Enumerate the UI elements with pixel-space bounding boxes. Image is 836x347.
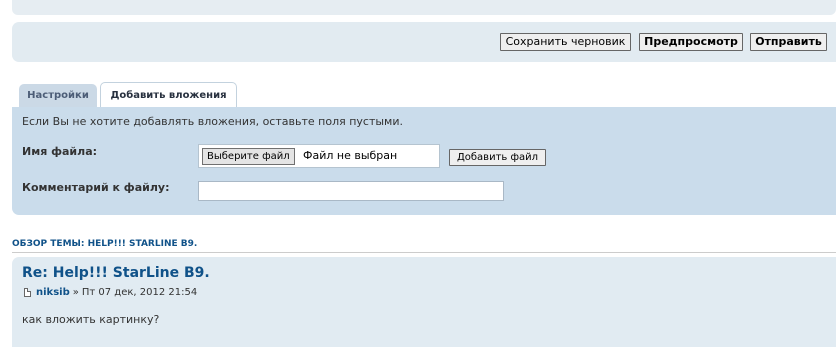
tab-add-attachments[interactable]: Добавить вложения bbox=[100, 82, 237, 107]
meta-separator: » bbox=[72, 287, 79, 298]
tab-settings[interactable]: Настройки bbox=[19, 84, 97, 107]
post-meta: niksib » Пт 07 дек, 2012 21:54 bbox=[24, 287, 197, 298]
choose-file-button[interactable]: Выберите файл bbox=[202, 148, 295, 165]
post-body-text: как вложить картинку? bbox=[22, 313, 160, 326]
post-date: Пт 07 дек, 2012 21:54 bbox=[81, 287, 198, 298]
top-panel-strip bbox=[12, 0, 836, 15]
file-comment-textarea[interactable] bbox=[198, 181, 504, 201]
file-comment-label: Комментарий к файлу: bbox=[22, 181, 170, 194]
actions-panel: Сохранить черновик Предпросмотр Отправит… bbox=[12, 22, 836, 62]
divider bbox=[12, 252, 836, 253]
preview-button[interactable]: Предпросмотр bbox=[639, 33, 743, 51]
post-author-link[interactable]: niksib bbox=[36, 287, 70, 298]
no-file-selected-text: Файл не выбран bbox=[303, 149, 398, 162]
post-title-link[interactable]: Re: Help!!! StarLine B9. bbox=[22, 265, 210, 281]
file-input[interactable]: Выберите файл Файл не выбран bbox=[198, 144, 440, 168]
topic-review-title: ОБЗОР ТЕМЫ: HELP!!! STARLINE B9. bbox=[12, 239, 198, 249]
submit-button[interactable]: Отправить bbox=[750, 33, 827, 51]
post-item: Re: Help!!! StarLine B9. niksib » Пт 07 … bbox=[12, 257, 836, 347]
add-file-button[interactable]: Добавить файл bbox=[449, 149, 546, 166]
attachments-panel: Если Вы не хотите добавлять вложения, ос… bbox=[12, 107, 836, 215]
save-draft-button[interactable]: Сохранить черновик bbox=[500, 33, 631, 51]
filename-label: Имя файла: bbox=[22, 145, 98, 158]
post-icon[interactable] bbox=[24, 288, 31, 297]
attachments-info-text: Если Вы не хотите добавлять вложения, ос… bbox=[22, 115, 403, 128]
